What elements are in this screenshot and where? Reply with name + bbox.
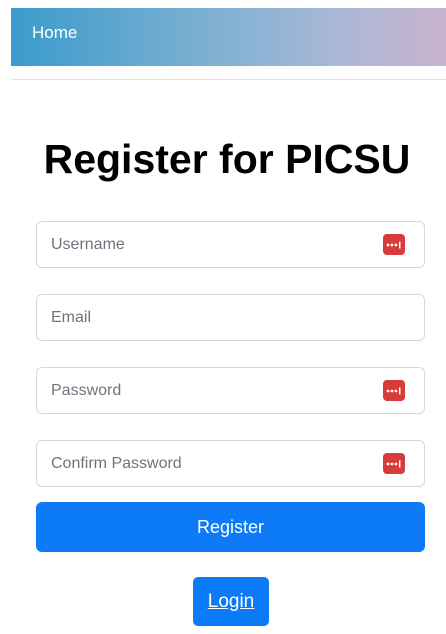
dots-icon <box>386 241 401 248</box>
password-field-container <box>36 367 425 414</box>
username-field-container <box>36 221 425 268</box>
email-input[interactable] <box>37 294 424 341</box>
password-manager-icon[interactable] <box>383 453 405 474</box>
nav-home-link[interactable]: Home <box>32 23 77 43</box>
login-button[interactable]: Login <box>193 577 269 626</box>
password-manager-icon[interactable] <box>383 234 405 255</box>
email-field-container <box>36 294 425 341</box>
dots-icon <box>386 460 401 467</box>
top-navbar: Home <box>11 8 446 66</box>
confirm-password-field-container <box>36 440 425 487</box>
password-input[interactable] <box>37 367 383 414</box>
page-title: Register for PICSU <box>43 136 411 182</box>
dots-icon <box>386 387 401 394</box>
password-manager-icon[interactable] <box>383 380 405 401</box>
username-input[interactable] <box>37 221 383 268</box>
nav-divider <box>11 79 446 80</box>
register-button[interactable]: Register <box>36 502 425 552</box>
confirm-password-input[interactable] <box>37 440 383 487</box>
